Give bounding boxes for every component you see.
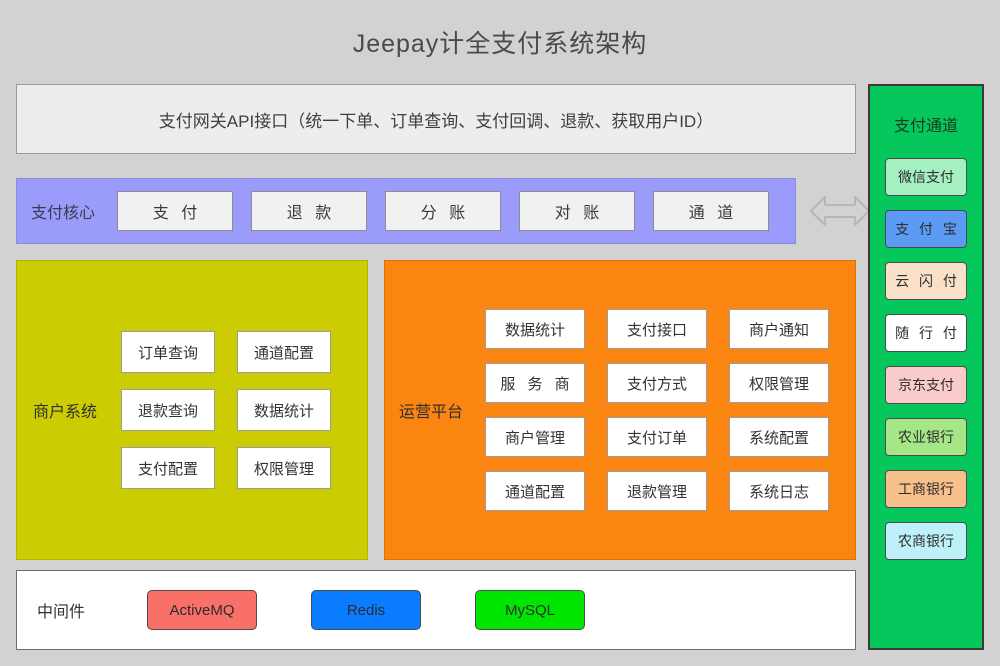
payment-core-label: 支付核心 bbox=[31, 199, 117, 223]
ops-item-data-stats[interactable]: 数据统计 bbox=[485, 309, 585, 349]
channel-item-abc-bank[interactable]: 农业银行 bbox=[885, 418, 967, 456]
channel-item-rural-bank[interactable]: 农商银行 bbox=[885, 522, 967, 560]
operation-platform-panel: 运营平台 数据统计 支付接口 商户通知 服 务 商 支付方式 权限管理 商户管理… bbox=[384, 260, 856, 560]
merchant-system-grid: 订单查询 通道配置 退款查询 数据统计 支付配置 权限管理 bbox=[121, 331, 331, 489]
ops-item-merchant-notify[interactable]: 商户通知 bbox=[729, 309, 829, 349]
middleware-item-redis[interactable]: Redis bbox=[311, 590, 421, 630]
channel-item-wechat-pay[interactable]: 微信支付 bbox=[885, 158, 967, 196]
merchant-item-payment-config[interactable]: 支付配置 bbox=[121, 447, 215, 489]
middleware-bar: 中间件 ActiveMQ Redis MySQL bbox=[16, 570, 856, 650]
payment-channels-title: 支付通道 bbox=[894, 112, 958, 136]
payment-core-band: 支付核心 支 付 退 款 分 账 对 账 通 道 bbox=[16, 178, 796, 244]
merchant-item-order-query[interactable]: 订单查询 bbox=[121, 331, 215, 373]
ops-item-payment-method[interactable]: 支付方式 bbox=[607, 363, 707, 403]
ops-item-service-provider[interactable]: 服 务 商 bbox=[485, 363, 585, 403]
page-title: Jeepay计全支付系统架构 bbox=[0, 24, 1000, 60]
main-architecture-column: 支付网关API接口（统一下单、订单查询、支付回调、退款、获取用户ID） 支付核心… bbox=[16, 84, 856, 650]
ops-item-payment-order[interactable]: 支付订单 bbox=[607, 417, 707, 457]
channel-item-alipay[interactable]: 支 付 宝 bbox=[885, 210, 967, 248]
api-gateway-label: 支付网关API接口（统一下单、订单查询、支付回调、退款、获取用户ID） bbox=[159, 107, 713, 132]
payment-core-item-pay[interactable]: 支 付 bbox=[117, 191, 233, 231]
channel-item-suixingpay[interactable]: 随 行 付 bbox=[885, 314, 967, 352]
middleware-label: 中间件 bbox=[37, 598, 147, 622]
channel-item-unionpay[interactable]: 云 闪 付 bbox=[885, 262, 967, 300]
ops-item-channel-config[interactable]: 通道配置 bbox=[485, 471, 585, 511]
middleware-item-activemq[interactable]: ActiveMQ bbox=[147, 590, 257, 630]
ops-item-permission-mgmt[interactable]: 权限管理 bbox=[729, 363, 829, 403]
channel-item-icbc-bank[interactable]: 工商银行 bbox=[885, 470, 967, 508]
payment-core-item-reconcile[interactable]: 对 账 bbox=[519, 191, 635, 231]
bidirectional-arrow-icon bbox=[809, 190, 871, 232]
payment-core-item-split[interactable]: 分 账 bbox=[385, 191, 501, 231]
ops-item-refund-mgmt[interactable]: 退款管理 bbox=[607, 471, 707, 511]
operation-platform-label: 运营平台 bbox=[399, 398, 479, 422]
ops-item-system-config[interactable]: 系统配置 bbox=[729, 417, 829, 457]
middleware-item-mysql[interactable]: MySQL bbox=[475, 590, 585, 630]
payment-channels-panel: 支付通道 微信支付 支 付 宝 云 闪 付 随 行 付 京东支付 农业银行 工商… bbox=[868, 84, 984, 650]
api-gateway-bar: 支付网关API接口（统一下单、订单查询、支付回调、退款、获取用户ID） bbox=[16, 84, 856, 154]
payment-core-item-channel[interactable]: 通 道 bbox=[653, 191, 769, 231]
payment-core-item-refund[interactable]: 退 款 bbox=[251, 191, 367, 231]
merchant-system-panel: 商户系统 订单查询 通道配置 退款查询 数据统计 支付配置 权限管理 bbox=[16, 260, 368, 560]
ops-item-payment-api[interactable]: 支付接口 bbox=[607, 309, 707, 349]
ops-item-merchant-mgmt[interactable]: 商户管理 bbox=[485, 417, 585, 457]
channel-item-jd-pay[interactable]: 京东支付 bbox=[885, 366, 967, 404]
merchant-item-channel-config[interactable]: 通道配置 bbox=[237, 331, 331, 373]
operation-platform-grid: 数据统计 支付接口 商户通知 服 务 商 支付方式 权限管理 商户管理 支付订单… bbox=[485, 309, 829, 511]
merchant-system-label: 商户系统 bbox=[33, 398, 115, 422]
merchant-item-data-stats[interactable]: 数据统计 bbox=[237, 389, 331, 431]
merchant-item-refund-query[interactable]: 退款查询 bbox=[121, 389, 215, 431]
payment-core-items: 支 付 退 款 分 账 对 账 通 道 bbox=[117, 191, 769, 231]
ops-item-system-log[interactable]: 系统日志 bbox=[729, 471, 829, 511]
middleware-items: ActiveMQ Redis MySQL bbox=[147, 590, 585, 630]
merchant-item-permission-mgmt[interactable]: 权限管理 bbox=[237, 447, 331, 489]
